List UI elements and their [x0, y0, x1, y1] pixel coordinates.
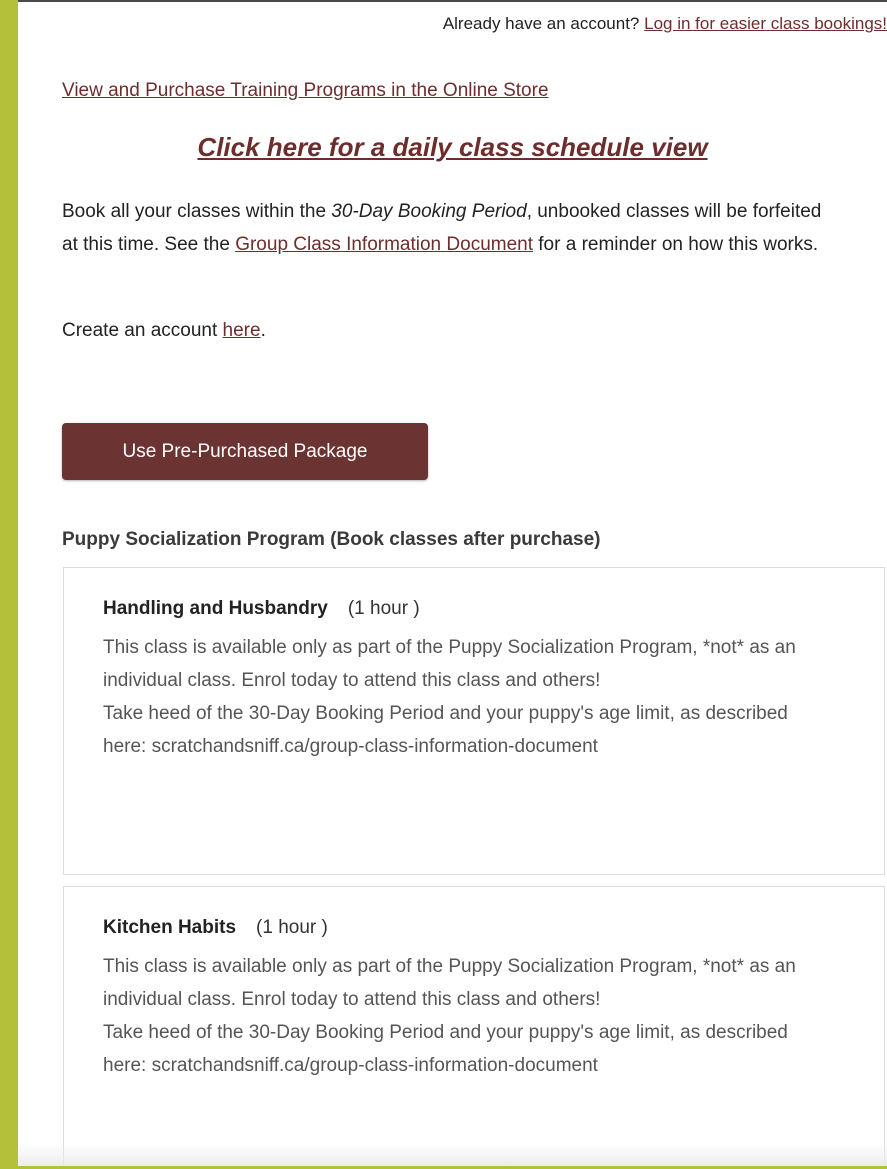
create-account-paragraph: Create an account here.	[62, 320, 266, 342]
class-description: This class is available only as part of …	[103, 631, 823, 763]
login-prompt-line: Already have an account? Log in for easi…	[443, 14, 887, 34]
booking-period-emphasis: 30-Day Booking Period	[331, 201, 527, 222]
use-package-button[interactable]: Use Pre-Purchased Package	[62, 423, 428, 480]
page-content: Already have an account? Log in for easi…	[18, 0, 887, 1166]
bottom-fade	[18, 1142, 887, 1166]
class-name: Handling and Husbandry	[103, 598, 328, 619]
create-account-link[interactable]: here	[223, 320, 261, 341]
class-description-line: Take heed of the 30-Day Booking Period a…	[103, 1022, 788, 1076]
top-border	[18, 0, 887, 2]
login-prompt-text: Already have an account?	[442, 14, 640, 33]
class-description-line: This class is available only as part of …	[103, 956, 796, 1010]
class-duration: (1 hour )	[347, 598, 420, 619]
login-link[interactable]: Log in for easier class bookings!	[644, 14, 887, 33]
online-store-link[interactable]: View and Purchase Training Programs in t…	[62, 80, 549, 102]
booking-text-after: for a reminder on how this works.	[533, 234, 819, 255]
class-card[interactable]: Handling and Husbandry (1 hour ) This cla…	[63, 567, 885, 875]
class-description-line: This class is available only as part of …	[103, 637, 796, 691]
class-description: This class is available only as part of …	[103, 950, 823, 1082]
class-duration: (1 hour )	[256, 917, 328, 938]
daily-schedule-link[interactable]: Click here for a daily class schedule vi…	[197, 132, 707, 162]
class-description-line: Take heed of the 30-Day Booking Period a…	[103, 703, 788, 757]
class-header: Handling and Husbandry (1 hour )	[103, 598, 420, 620]
program-title: Puppy Socialization Program (Book classe…	[62, 529, 601, 550]
class-header: Kitchen Habits (1 hour )	[103, 917, 328, 939]
booking-info-paragraph: Book all your classes within the 30-Day …	[62, 195, 842, 261]
class-name: Kitchen Habits	[103, 917, 237, 938]
create-account-period: .	[260, 320, 266, 341]
create-account-text: Create an account	[62, 320, 223, 341]
booking-text-before: Book all your classes within the	[62, 201, 332, 222]
group-class-doc-link[interactable]: Group Class Information Document	[235, 234, 533, 255]
schedule-link-container: Click here for a daily class schedule vi…	[18, 132, 887, 163]
class-card[interactable]: Kitchen Habits (1 hour ) This class is av…	[63, 886, 885, 1166]
